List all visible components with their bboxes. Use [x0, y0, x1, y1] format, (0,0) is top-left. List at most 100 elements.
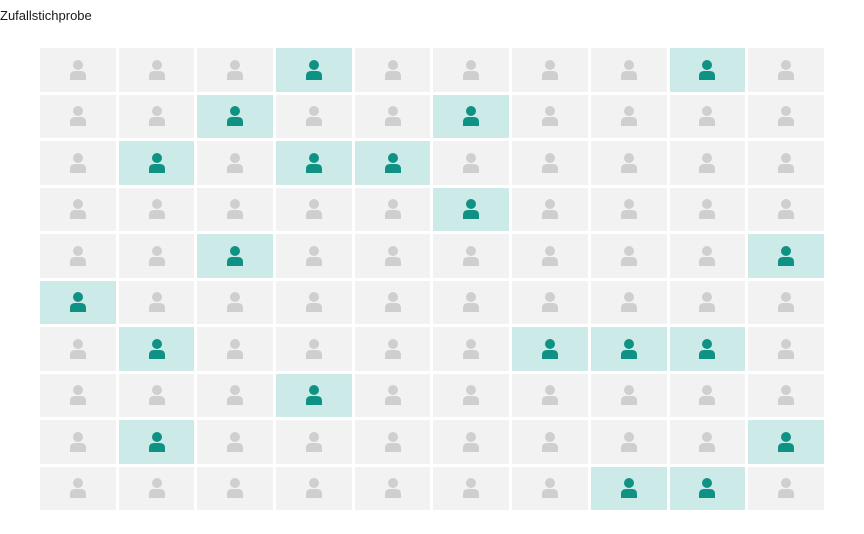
sample-cell [590, 234, 667, 278]
person-icon [384, 199, 401, 220]
person-icon [699, 152, 716, 173]
person-icon [148, 59, 165, 80]
person-icon [305, 152, 322, 173]
sample-cell [40, 94, 116, 138]
sample-cell [197, 373, 274, 417]
sample-cell [276, 94, 352, 138]
person-icon [463, 152, 480, 173]
sample-cell [118, 94, 195, 138]
sample-cell [669, 234, 746, 278]
person-icon [620, 338, 637, 359]
person-icon [542, 385, 559, 406]
person-icon [620, 478, 637, 499]
sample-cell [276, 234, 352, 278]
sample-cell [354, 466, 431, 510]
sample-cell-selected [748, 420, 824, 464]
sample-cell-selected [748, 234, 824, 278]
person-icon [305, 431, 322, 452]
person-icon [148, 106, 165, 127]
sample-cell-selected [40, 280, 116, 324]
person-icon [148, 385, 165, 406]
sample-cell [590, 187, 667, 231]
person-icon [227, 106, 244, 127]
person-icon [69, 431, 86, 452]
person-icon [620, 431, 637, 452]
sample-cell [40, 373, 116, 417]
person-icon [778, 106, 795, 127]
person-icon [463, 385, 480, 406]
person-icon [699, 338, 716, 359]
person-icon [699, 245, 716, 266]
person-icon [542, 106, 559, 127]
person-icon [305, 385, 322, 406]
sample-cell [590, 373, 667, 417]
person-icon [778, 59, 795, 80]
sample-cell [512, 48, 588, 92]
person-icon [620, 106, 637, 127]
sample-cell-selected [433, 94, 510, 138]
sample-cell [512, 373, 588, 417]
person-icon [699, 431, 716, 452]
sample-cell [748, 373, 824, 417]
person-icon [463, 106, 480, 127]
sample-cell [748, 48, 824, 92]
sample-grid [40, 48, 824, 510]
person-icon [542, 245, 559, 266]
person-icon [778, 152, 795, 173]
person-icon [148, 245, 165, 266]
person-icon [384, 478, 401, 499]
chart-title: Zufallstichprobe [0, 8, 92, 23]
person-icon [542, 292, 559, 313]
person-icon [778, 292, 795, 313]
person-icon [699, 292, 716, 313]
person-icon [463, 245, 480, 266]
sample-cell [118, 187, 195, 231]
person-icon [305, 292, 322, 313]
sample-cell [118, 280, 195, 324]
sample-cell [197, 280, 274, 324]
sample-cell [433, 420, 510, 464]
sample-cell-selected [276, 141, 352, 185]
sample-cell-selected [669, 48, 746, 92]
sample-cell [433, 327, 510, 371]
person-icon [148, 478, 165, 499]
person-icon [227, 478, 244, 499]
person-icon [620, 59, 637, 80]
person-icon [384, 385, 401, 406]
person-icon [227, 292, 244, 313]
sample-cell [197, 466, 274, 510]
sample-cell [512, 466, 588, 510]
person-icon [227, 431, 244, 452]
person-icon [384, 338, 401, 359]
sample-cell [669, 187, 746, 231]
sample-cell-selected [433, 187, 510, 231]
sample-cell [40, 48, 116, 92]
sample-cell [512, 94, 588, 138]
sample-cell [276, 187, 352, 231]
person-icon [69, 152, 86, 173]
person-icon [69, 245, 86, 266]
sample-cell [748, 466, 824, 510]
person-icon [620, 385, 637, 406]
person-icon [305, 478, 322, 499]
person-icon [463, 292, 480, 313]
sample-cell [590, 280, 667, 324]
sample-cell [197, 141, 274, 185]
sample-cell [197, 187, 274, 231]
person-icon [69, 385, 86, 406]
sample-cell-selected [354, 141, 431, 185]
sample-cell [354, 373, 431, 417]
person-icon [69, 59, 86, 80]
person-icon [463, 431, 480, 452]
sample-cell [40, 466, 116, 510]
sample-cell-selected [590, 327, 667, 371]
sample-cell [669, 280, 746, 324]
sample-cell [197, 327, 274, 371]
person-icon [542, 59, 559, 80]
sample-cell [276, 466, 352, 510]
person-icon [148, 152, 165, 173]
sample-cell [354, 187, 431, 231]
sample-cell-selected [276, 48, 352, 92]
person-icon [305, 338, 322, 359]
sample-cell-selected [512, 327, 588, 371]
